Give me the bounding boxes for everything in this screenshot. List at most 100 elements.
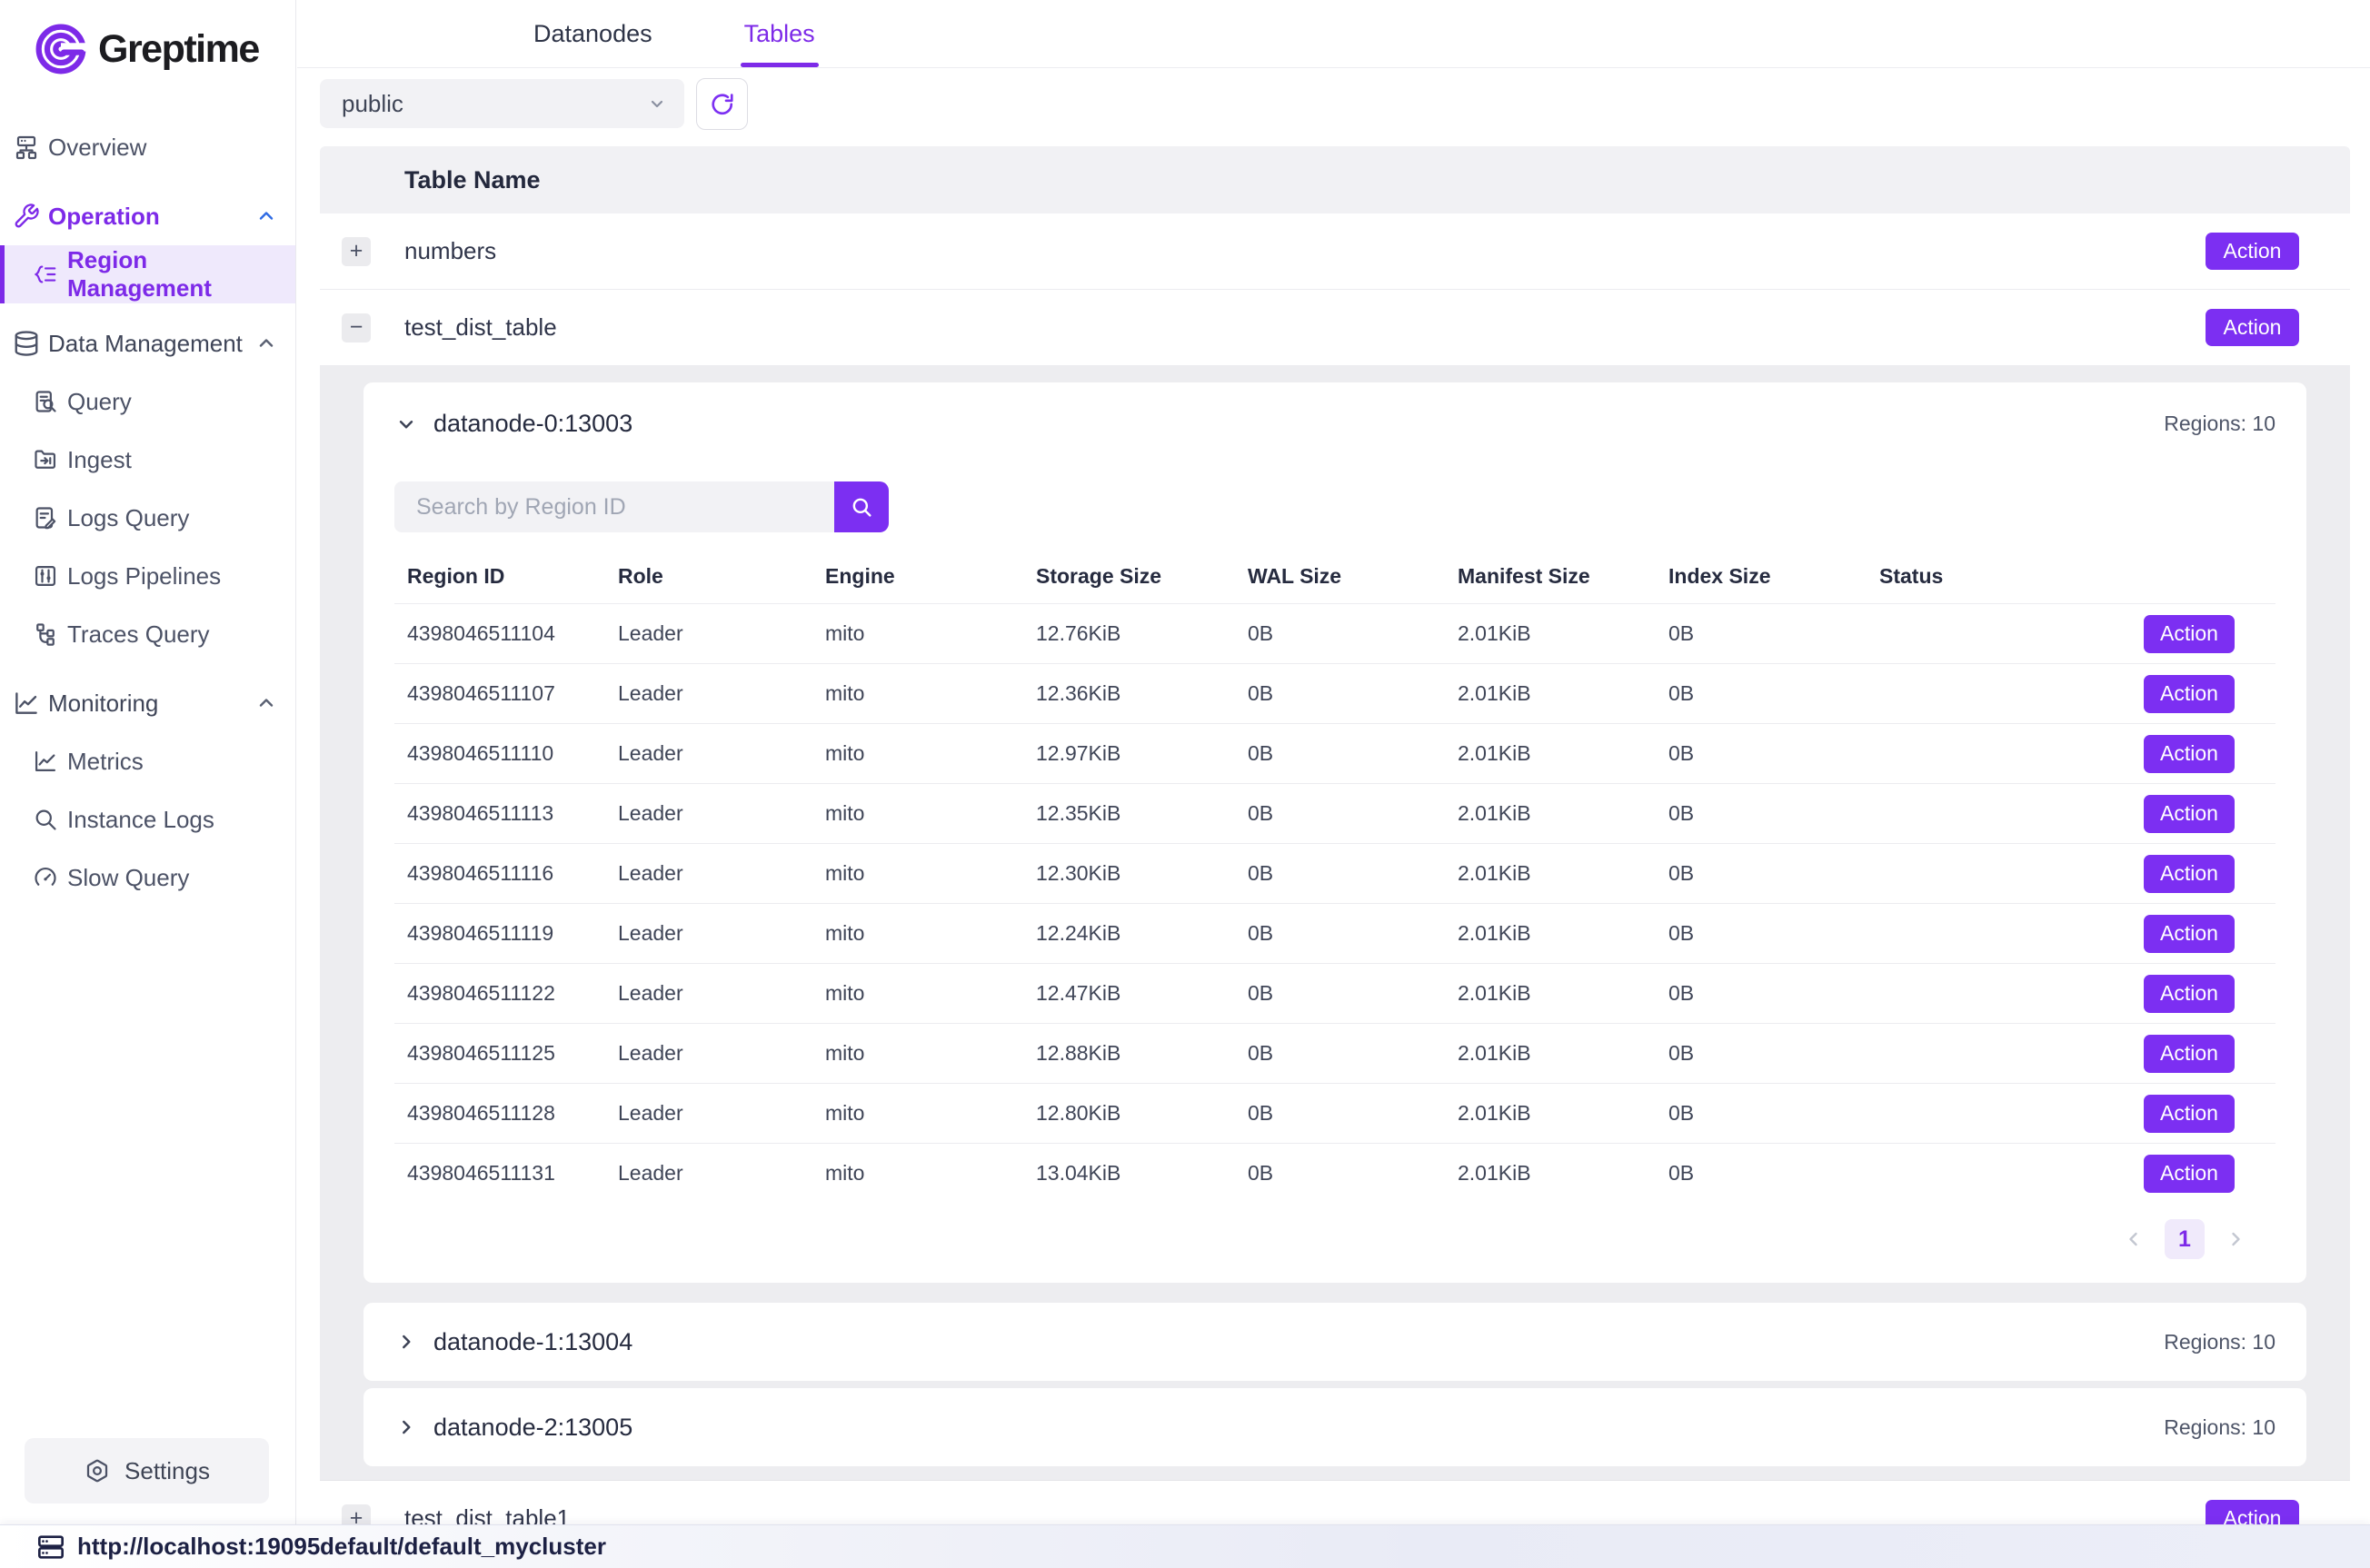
region-row[interactable]: 4398046511107 Leader mito 12.36KiB 0B 2.… (394, 663, 2275, 723)
sidebar-item-label: Data Management (48, 330, 243, 358)
chevron-up-icon[interactable] (255, 692, 277, 714)
prev-page-icon[interactable] (2123, 1228, 2145, 1250)
region-action-button[interactable]: Action (2144, 1035, 2235, 1073)
region-row[interactable]: 4398046511113 Leader mito 12.35KiB 0B 2.… (394, 783, 2275, 843)
tab-tables[interactable]: Tables (744, 0, 815, 67)
sidebar-item-monitoring[interactable]: Monitoring (0, 674, 295, 732)
index-size-cell: 0B (1668, 621, 1879, 646)
region-action-button[interactable]: Action (2144, 675, 2235, 713)
tab-datanodes[interactable]: Datanodes (533, 0, 652, 67)
storage-size-cell: 12.36KiB (1036, 681, 1248, 706)
region-column-header: Storage Size (1036, 564, 1248, 589)
sidebar-item-label: Instance Logs (67, 806, 214, 834)
region-action-button[interactable]: Action (2144, 855, 2235, 893)
index-size-cell: 0B (1668, 1161, 1879, 1186)
region-row[interactable]: 4398046511116 Leader mito 12.30KiB 0B 2.… (394, 843, 2275, 903)
region-search-button[interactable] (834, 481, 889, 532)
datanode-card-collapsed[interactable]: datanode-2:13005 Regions: 10 (363, 1388, 2306, 1466)
chevron-right-icon[interactable] (394, 1330, 418, 1354)
role-cell: Leader (618, 1041, 825, 1066)
region-table-header-row: Region IDRoleEngineStorage SizeWAL SizeM… (394, 549, 2275, 603)
wal-size-cell: 0B (1248, 801, 1458, 826)
sidebar-item-slow-query[interactable]: Slow Query (0, 849, 295, 907)
datanode-title: datanode-2:13005 (433, 1414, 632, 1442)
sidebar-item-query[interactable]: Query (0, 372, 295, 431)
region-search-input[interactable] (394, 481, 834, 532)
storage-size-cell: 12.97KiB (1036, 741, 1248, 766)
search-icon (849, 494, 874, 520)
wal-size-cell: 0B (1248, 741, 1458, 766)
sidebar-item-metrics[interactable]: Metrics (0, 732, 295, 790)
collapse-minus-icon[interactable]: − (342, 313, 371, 342)
region-action-button[interactable]: Action (2144, 975, 2235, 1013)
server-icon (36, 1533, 65, 1562)
chevron-up-icon[interactable] (255, 332, 277, 354)
manifest-size-cell: 2.01KiB (1458, 981, 1668, 1006)
expand-plus-icon[interactable]: + (342, 237, 371, 266)
role-cell: Leader (618, 921, 825, 946)
role-cell: Leader (618, 681, 825, 706)
datanode-card-header[interactable]: datanode-0:13003 Regions: 10 (394, 410, 2275, 438)
manifest-size-cell: 2.01KiB (1458, 921, 1668, 946)
table-row[interactable]: − test_dist_table Action (320, 290, 2350, 366)
region-action-button[interactable]: Action (2144, 735, 2235, 773)
chevron-right-icon[interactable] (394, 1415, 418, 1439)
action-button[interactable]: Action (2206, 309, 2299, 346)
sidebar-item-overview[interactable]: Overview (0, 118, 295, 176)
engine-cell: mito (825, 1101, 1036, 1126)
region-id-cell: 4398046511104 (407, 621, 618, 646)
chevron-up-icon[interactable] (255, 205, 277, 227)
sidebar-item-logs-pipelines[interactable]: Logs Pipelines (0, 547, 295, 605)
sidebar: Greptime Overview O (0, 0, 296, 1524)
region-row[interactable]: 4398046511128 Leader mito 12.80KiB 0B 2.… (394, 1083, 2275, 1143)
sidebar-item-data-management[interactable]: Data Management (0, 314, 295, 372)
region-row[interactable]: 4398046511104 Leader mito 12.76KiB 0B 2.… (394, 603, 2275, 663)
schema-select[interactable]: public (320, 79, 684, 128)
overview-icon (13, 134, 40, 161)
monitoring-icon (13, 690, 40, 717)
engine-cell: mito (825, 681, 1036, 706)
manifest-size-cell: 2.01KiB (1458, 1101, 1668, 1126)
index-size-cell: 0B (1668, 921, 1879, 946)
sidebar-item-region-management[interactable]: Region Management (0, 245, 295, 303)
wal-size-cell: 0B (1248, 921, 1458, 946)
manifest-size-cell: 2.01KiB (1458, 861, 1668, 886)
region-action-button[interactable]: Action (2144, 1155, 2235, 1193)
region-action-button[interactable]: Action (2144, 915, 2235, 953)
region-row[interactable]: 4398046511125 Leader mito 12.88KiB 0B 2.… (394, 1023, 2275, 1083)
brand-name: Greptime (98, 27, 259, 72)
sidebar-item-ingest[interactable]: Ingest (0, 431, 295, 489)
regions-count: Regions: 10 (2164, 412, 2275, 436)
wal-size-cell: 0B (1248, 681, 1458, 706)
index-size-cell: 0B (1668, 681, 1879, 706)
datanode-card-expanded: datanode-0:13003 Regions: 10 (363, 382, 2306, 1283)
region-action-button[interactable]: Action (2144, 1095, 2235, 1133)
region-row[interactable]: 4398046511122 Leader mito 12.47KiB 0B 2.… (394, 963, 2275, 1023)
region-row[interactable]: 4398046511110 Leader mito 12.97KiB 0B 2.… (394, 723, 2275, 783)
next-page-icon[interactable] (2225, 1228, 2246, 1250)
region-row[interactable]: 4398046511119 Leader mito 12.24KiB 0B 2.… (394, 903, 2275, 963)
sidebar-item-logs-query[interactable]: Logs Query (0, 489, 295, 547)
sidebar-item-instance-logs[interactable]: Instance Logs (0, 790, 295, 849)
storage-size-cell: 12.47KiB (1036, 981, 1248, 1006)
region-action-button[interactable]: Action (2144, 795, 2235, 833)
datanode-card-collapsed[interactable]: datanode-1:13004 Regions: 10 (363, 1303, 2306, 1381)
role-cell: Leader (618, 801, 825, 826)
page-number[interactable]: 1 (2165, 1219, 2205, 1259)
role-cell: Leader (618, 1161, 825, 1186)
manifest-size-cell: 2.01KiB (1458, 801, 1668, 826)
sidebar-item-traces-query[interactable]: Traces Query (0, 605, 295, 663)
sidebar-item-operation[interactable]: Operation (0, 187, 295, 245)
chevron-down-icon[interactable] (394, 412, 418, 436)
server-url[interactable]: http://localhost:19095 (77, 1533, 320, 1561)
region-row[interactable]: 4398046511131 Leader mito 13.04KiB 0B 2.… (394, 1143, 2275, 1203)
table-name: numbers (404, 237, 496, 265)
refresh-button[interactable] (696, 78, 748, 130)
tables-table-header: Table Name (320, 146, 2350, 213)
region-id-cell: 4398046511107 (407, 681, 618, 706)
ingest-icon (32, 446, 59, 473)
action-button[interactable]: Action (2206, 233, 2299, 270)
settings-button[interactable]: Settings (25, 1438, 269, 1503)
region-action-button[interactable]: Action (2144, 615, 2235, 653)
table-row[interactable]: + numbers Action (320, 213, 2350, 290)
